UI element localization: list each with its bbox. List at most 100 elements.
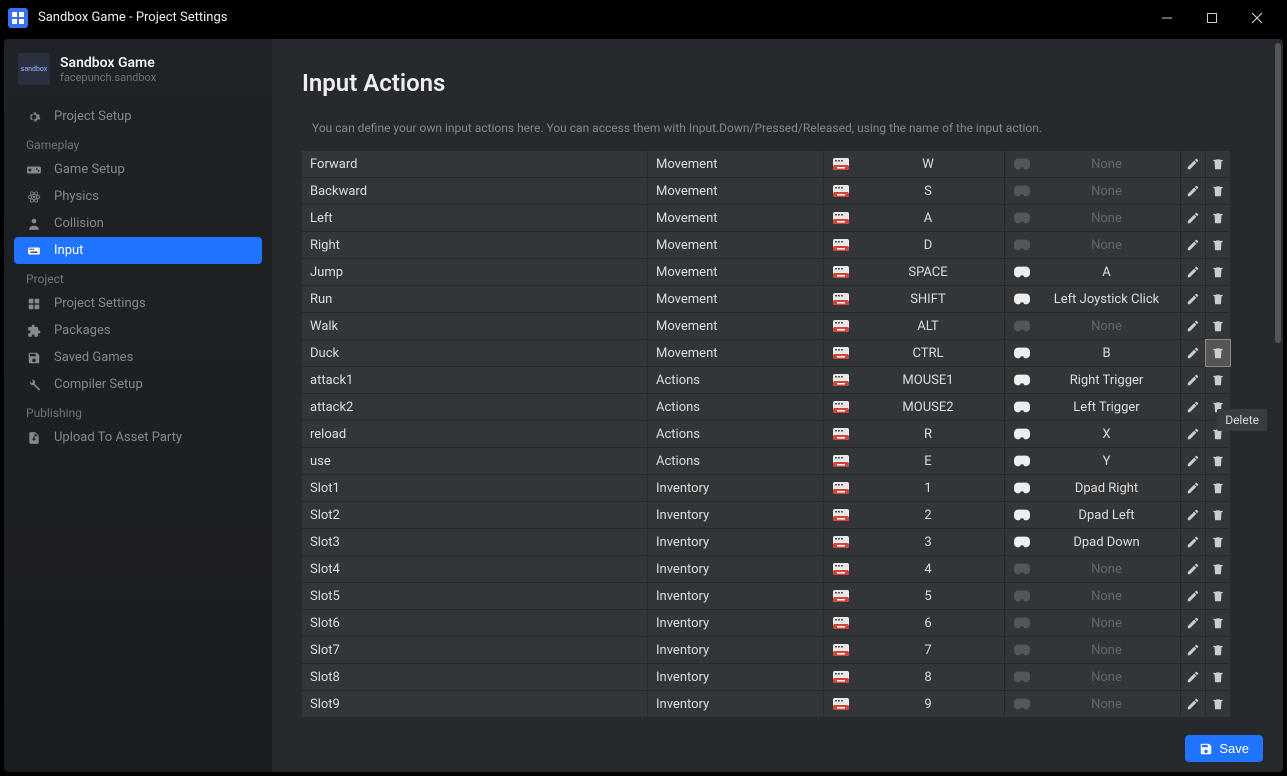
delete-button[interactable] xyxy=(1206,286,1230,312)
save-button[interactable]: Save xyxy=(1185,735,1263,762)
action-name-cell[interactable]: Slot7 xyxy=(302,637,647,663)
action-group-cell[interactable]: Inventory xyxy=(648,529,823,555)
delete-button[interactable] xyxy=(1206,178,1230,204)
keyboard-binding-cell[interactable]: 8 xyxy=(824,664,1004,690)
action-name-cell[interactable]: Slot2 xyxy=(302,502,647,528)
keyboard-binding-cell[interactable]: 4 xyxy=(824,556,1004,582)
action-name-cell[interactable]: attack1 xyxy=(302,367,647,393)
delete-button[interactable] xyxy=(1206,367,1230,393)
delete-button[interactable] xyxy=(1206,205,1230,231)
keyboard-binding-cell[interactable]: 6 xyxy=(824,610,1004,636)
action-group-cell[interactable]: Actions xyxy=(648,394,823,420)
gamepad-binding-cell[interactable]: None xyxy=(1005,151,1180,177)
sidebar-item-input[interactable]: Input xyxy=(14,237,262,264)
action-name-cell[interactable]: Duck xyxy=(302,340,647,366)
edit-button[interactable] xyxy=(1181,556,1205,582)
edit-button[interactable] xyxy=(1181,286,1205,312)
keyboard-binding-cell[interactable]: 9 xyxy=(824,691,1004,717)
action-name-cell[interactable]: Slot8 xyxy=(302,664,647,690)
action-name-cell[interactable]: Forward xyxy=(302,151,647,177)
keyboard-binding-cell[interactable]: W xyxy=(824,151,1004,177)
keyboard-binding-cell[interactable]: 3 xyxy=(824,529,1004,555)
gamepad-binding-cell[interactable]: None xyxy=(1005,664,1180,690)
keyboard-binding-cell[interactable]: CTRL xyxy=(824,340,1004,366)
edit-button[interactable] xyxy=(1181,475,1205,501)
gamepad-binding-cell[interactable]: Left Joystick Click xyxy=(1005,286,1180,312)
action-name-cell[interactable]: Run xyxy=(302,286,647,312)
action-name-cell[interactable]: Slot5 xyxy=(302,583,647,609)
action-group-cell[interactable]: Inventory xyxy=(648,583,823,609)
action-group-cell[interactable]: Movement xyxy=(648,205,823,231)
action-name-cell[interactable]: Slot6 xyxy=(302,610,647,636)
sidebar-item-project-settings[interactable]: Project Settings xyxy=(14,290,262,317)
action-group-cell[interactable]: Movement xyxy=(648,178,823,204)
action-name-cell[interactable]: attack2 xyxy=(302,394,647,420)
edit-button[interactable] xyxy=(1181,448,1205,474)
action-group-cell[interactable]: Inventory xyxy=(648,691,823,717)
edit-button[interactable] xyxy=(1181,232,1205,258)
delete-button[interactable] xyxy=(1206,502,1230,528)
edit-button[interactable] xyxy=(1181,259,1205,285)
sidebar-item-collision[interactable]: Collision xyxy=(14,210,262,237)
keyboard-binding-cell[interactable]: SPACE xyxy=(824,259,1004,285)
action-name-cell[interactable]: Slot9 xyxy=(302,691,647,717)
sidebar-item-upload-to-asset-party[interactable]: Upload To Asset Party xyxy=(14,424,262,451)
gamepad-binding-cell[interactable]: X xyxy=(1005,421,1180,447)
action-group-cell[interactable]: Movement xyxy=(648,313,823,339)
keyboard-binding-cell[interactable]: 2 xyxy=(824,502,1004,528)
action-name-cell[interactable]: use xyxy=(302,448,647,474)
action-group-cell[interactable]: Actions xyxy=(648,367,823,393)
delete-button[interactable] xyxy=(1206,340,1230,366)
gamepad-binding-cell[interactable]: None xyxy=(1005,556,1180,582)
gamepad-binding-cell[interactable]: None xyxy=(1005,313,1180,339)
keyboard-binding-cell[interactable]: S xyxy=(824,178,1004,204)
action-group-cell[interactable]: Actions xyxy=(648,421,823,447)
gamepad-binding-cell[interactable]: Dpad Left xyxy=(1005,502,1180,528)
edit-button[interactable] xyxy=(1181,610,1205,636)
project-header[interactable]: sandbox Sandbox Game facepunch.sandbox xyxy=(14,53,262,85)
gamepad-binding-cell[interactable]: B xyxy=(1005,340,1180,366)
edit-button[interactable] xyxy=(1181,691,1205,717)
delete-button[interactable] xyxy=(1206,232,1230,258)
sidebar-item-saved-games[interactable]: Saved Games xyxy=(14,344,262,371)
keyboard-binding-cell[interactable]: R xyxy=(824,421,1004,447)
delete-button[interactable] xyxy=(1206,475,1230,501)
action-name-cell[interactable]: reload xyxy=(302,421,647,447)
action-group-cell[interactable]: Inventory xyxy=(648,475,823,501)
edit-button[interactable] xyxy=(1181,664,1205,690)
gamepad-binding-cell[interactable]: Right Trigger xyxy=(1005,367,1180,393)
gamepad-binding-cell[interactable]: A xyxy=(1005,259,1180,285)
delete-button[interactable] xyxy=(1206,259,1230,285)
gamepad-binding-cell[interactable]: None xyxy=(1005,583,1180,609)
action-group-cell[interactable]: Inventory xyxy=(648,556,823,582)
action-group-cell[interactable]: Actions xyxy=(648,448,823,474)
delete-button[interactable] xyxy=(1206,637,1230,663)
keyboard-binding-cell[interactable]: 1 xyxy=(824,475,1004,501)
gamepad-binding-cell[interactable]: None xyxy=(1005,178,1180,204)
keyboard-binding-cell[interactable]: ALT xyxy=(824,313,1004,339)
edit-button[interactable] xyxy=(1181,421,1205,447)
edit-button[interactable] xyxy=(1181,637,1205,663)
edit-button[interactable] xyxy=(1181,367,1205,393)
sidebar-item-packages[interactable]: Packages xyxy=(14,317,262,344)
gamepad-binding-cell[interactable]: Left Trigger xyxy=(1005,394,1180,420)
minimize-button[interactable] xyxy=(1144,3,1189,33)
action-name-cell[interactable]: Jump xyxy=(302,259,647,285)
sidebar-item-project-setup[interactable]: Project Setup xyxy=(14,103,262,130)
edit-button[interactable] xyxy=(1181,340,1205,366)
edit-button[interactable] xyxy=(1181,529,1205,555)
action-group-cell[interactable]: Inventory xyxy=(648,502,823,528)
gamepad-binding-cell[interactable]: None xyxy=(1005,691,1180,717)
sidebar-item-game-setup[interactable]: Game Setup xyxy=(14,156,262,183)
delete-button[interactable] xyxy=(1206,610,1230,636)
action-name-cell[interactable]: Slot3 xyxy=(302,529,647,555)
action-group-cell[interactable]: Movement xyxy=(648,286,823,312)
gamepad-binding-cell[interactable]: Dpad Down xyxy=(1005,529,1180,555)
sidebar-item-compiler-setup[interactable]: Compiler Setup xyxy=(14,371,262,398)
action-name-cell[interactable]: Slot1 xyxy=(302,475,647,501)
keyboard-binding-cell[interactable]: D xyxy=(824,232,1004,258)
delete-button[interactable] xyxy=(1206,664,1230,690)
delete-button[interactable] xyxy=(1206,583,1230,609)
action-group-cell[interactable]: Movement xyxy=(648,151,823,177)
gamepad-binding-cell[interactable]: Y xyxy=(1005,448,1180,474)
